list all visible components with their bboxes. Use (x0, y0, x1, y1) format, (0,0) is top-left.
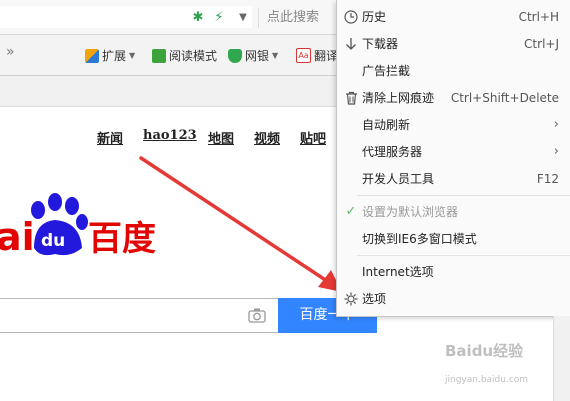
menu-item-switch-ie6-mode[interactable]: 切换到IE6多窗口模式 (337, 226, 570, 252)
menu-item-label: 代理服务器 (362, 145, 423, 159)
menu-item-label: 广告拦截 (362, 64, 411, 78)
clock-icon (343, 4, 359, 30)
menu-item-label: 下载器 (362, 37, 399, 51)
menu-item-label: 清除上网痕迹 (362, 91, 435, 105)
menu-item-shortcut: Ctrl+H (518, 10, 559, 24)
download-arrow-icon (343, 31, 359, 57)
menu-item-options[interactable]: 选项 (337, 286, 570, 312)
menu-item-auto-refresh[interactable]: 自动刷新 › (337, 112, 570, 138)
submenu-chevron-icon: › (553, 144, 559, 159)
menu-item-shortcut: Ctrl+J (524, 37, 559, 51)
gear-icon (343, 286, 359, 312)
trash-icon (343, 85, 359, 111)
menu-item-label: 历史 (362, 10, 387, 24)
menu-separator (357, 195, 570, 196)
menu-item-shortcut: Ctrl+Shift+Delete (450, 91, 559, 105)
menu-item-downloader[interactable]: 下载器 Ctrl+J (337, 31, 570, 57)
menu-item-label: 切换到IE6多窗口模式 (362, 232, 477, 246)
menu-item-proxy-server[interactable]: 代理服务器 › (337, 139, 570, 165)
watermark-url: jingyan.baidu.com (445, 375, 529, 385)
menu-item-developer-tools[interactable]: 开发人员工具 F12 (337, 166, 570, 192)
menu-item-label: 设置为默认浏览器 (362, 205, 459, 219)
menu-item-label: 自动刷新 (362, 118, 411, 132)
menu-item-clear-traces[interactable]: 清除上网痕迹 Ctrl+Shift+Delete (337, 85, 570, 111)
menu-item-label: 选项 (362, 292, 387, 306)
menu-item-shortcut: F12 (536, 172, 559, 186)
menu-item-internet-options[interactable]: Internet选项 (337, 259, 570, 285)
watermark: Baidu经验 jingyan.baidu.com (445, 340, 528, 385)
browser-menu: 历史 Ctrl+H 下载器 Ctrl+J 广告拦截 清除上网痕迹 Ctrl+Sh… (336, 0, 570, 317)
submenu-chevron-icon: › (553, 117, 559, 132)
menu-item-set-default-browser: ✓ 设置为默认浏览器 (337, 199, 570, 225)
menu-item-history[interactable]: 历史 Ctrl+H (337, 4, 570, 30)
menu-item-label: Internet选项 (362, 265, 434, 279)
check-icon: ✓ (345, 204, 357, 219)
menu-separator (357, 255, 570, 256)
watermark-title: Baidu经验 (445, 342, 524, 360)
page-scrollbar[interactable] (553, 316, 570, 401)
menu-item-ad-block[interactable]: 广告拦截 (337, 58, 570, 84)
menu-item-label: 开发人员工具 (362, 172, 435, 186)
